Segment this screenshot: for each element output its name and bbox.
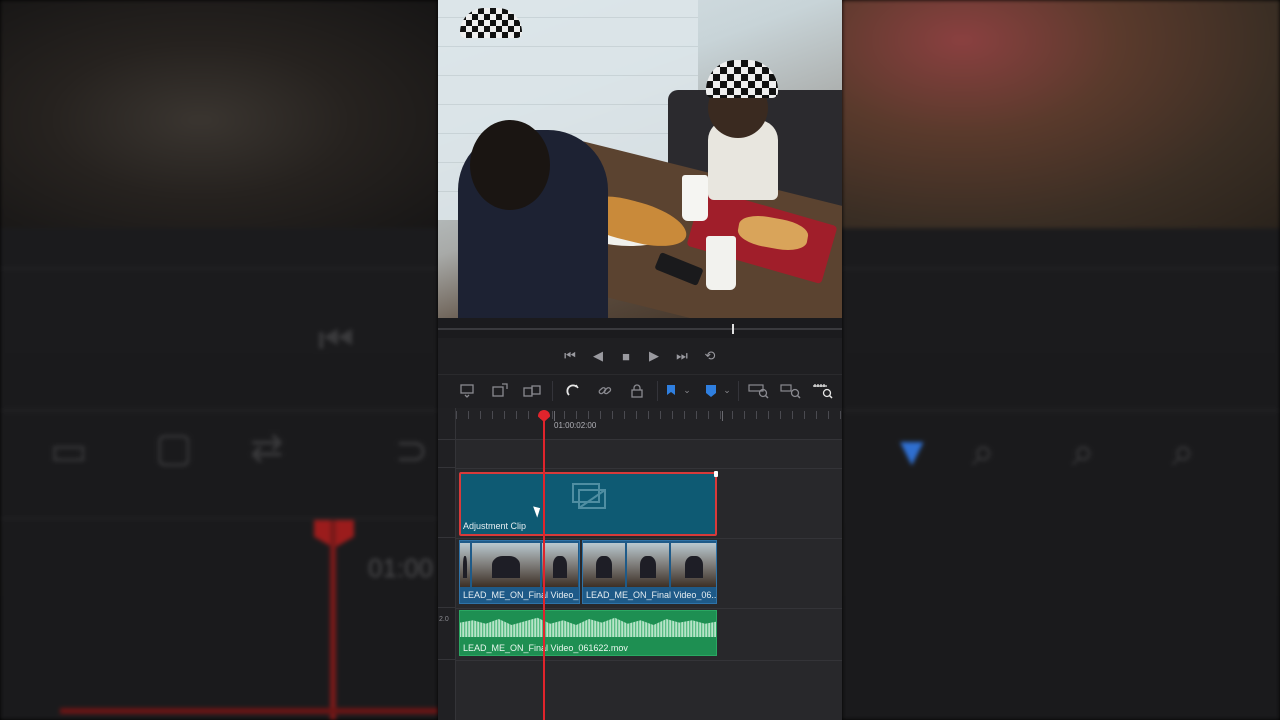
- background-left-photo: [0, 0, 438, 228]
- replace-clip-icon[interactable]: [516, 379, 548, 403]
- lane-separator: [456, 608, 842, 609]
- editor-panel: ⏮ ◀ ■ ▶ ⏭ ⟲ ⌄ ⌄ 01:00:02:00 Adjustment C…: [438, 0, 842, 720]
- background-right-photo: [842, 0, 1280, 228]
- track-header-column: [438, 408, 456, 720]
- background-right-blur: ▼ ⌕ ⌕ ⌕: [842, 0, 1280, 720]
- video-clip[interactable]: LEAD_ME_ON_Final Video_06...: [582, 540, 717, 604]
- adjustment-clip-label: Adjustment Clip: [463, 521, 527, 531]
- viewer-scene-hat: [706, 60, 778, 98]
- loop-icon[interactable]: ⟲: [702, 348, 718, 364]
- chevron-down-icon[interactable]: ⌄: [720, 379, 734, 403]
- timeline-toolbar: ⌄ ⌄: [438, 374, 842, 406]
- background-divider: [0, 268, 438, 269]
- insert-clip-icon[interactable]: [452, 379, 484, 403]
- track-header-cell: [438, 408, 456, 440]
- marker-icon[interactable]: [702, 379, 720, 403]
- background-overwrite-icon: ▢: [155, 426, 193, 470]
- viewer-scene-cup: [706, 236, 736, 290]
- background-snap-icon: ⊃: [395, 429, 429, 473]
- background-red-line: [60, 708, 438, 714]
- toolbar-separator: [738, 380, 739, 401]
- snapping-icon[interactable]: [557, 379, 589, 403]
- ruler-major-tick: [722, 411, 723, 421]
- skip-to-start-icon[interactable]: ⏮: [562, 348, 578, 364]
- background-skip-icon: ⏮: [318, 318, 354, 362]
- lane-separator: [456, 468, 842, 469]
- audio-clip-label: LEAD_ME_ON_Final Video_061622.mov: [463, 643, 628, 653]
- viewer-scene-cup: [682, 175, 708, 221]
- clip-thumbnail: [472, 543, 540, 587]
- background-replace-icon: ⇄: [250, 426, 284, 470]
- adjustment-clip-icon: [569, 482, 609, 512]
- lock-icon[interactable]: [621, 379, 653, 403]
- stop-icon[interactable]: ■: [618, 349, 634, 364]
- chevron-down-icon[interactable]: ⌄: [680, 379, 694, 403]
- track-header-cell[interactable]: [438, 538, 456, 608]
- background-zoom-icon: ⌕: [1072, 430, 1095, 474]
- clip-thumbnail: [627, 543, 669, 587]
- zoom-full-icon[interactable]: [743, 379, 775, 403]
- background-zoom-icon: ⌕: [972, 430, 995, 474]
- toolbar-separator: [552, 380, 553, 401]
- background-timecode: 01:00: [368, 553, 434, 583]
- lane-separator: [456, 660, 842, 661]
- clip-thumbnail: [542, 543, 578, 587]
- viewer-scene-hat: [460, 8, 522, 38]
- background-divider: [0, 518, 438, 519]
- track-header-cell[interactable]: [438, 468, 456, 538]
- background-divider: [842, 410, 1280, 411]
- clip-thumbnail: [583, 543, 625, 587]
- audio-level-label: 2.0: [439, 616, 449, 623]
- zoom-custom-icon[interactable]: [807, 379, 839, 403]
- toolbar-separator: [657, 380, 658, 401]
- overwrite-clip-icon[interactable]: [484, 379, 516, 403]
- video-clip-label: LEAD_ME_ON_Final Video_...: [463, 590, 580, 600]
- ruler-timecode: 01:00:02:00: [554, 421, 597, 430]
- track-header-cell: [438, 440, 456, 468]
- lane-separator: [456, 538, 842, 539]
- background-zoom-icon: ⌕: [1172, 430, 1195, 474]
- zoom-detail-icon[interactable]: [775, 379, 807, 403]
- background-playhead: [330, 520, 336, 720]
- scrubber-track[interactable]: [438, 328, 842, 330]
- playhead[interactable]: [543, 414, 545, 720]
- video-clip[interactable]: LEAD_ME_ON_Final Video_...: [459, 540, 580, 604]
- video-clip-label: LEAD_ME_ON_Final Video_06...: [586, 590, 717, 600]
- background-divider: [0, 410, 438, 411]
- video-viewer[interactable]: [438, 0, 842, 318]
- play-icon[interactable]: ▶: [646, 348, 662, 364]
- ruler-major-tick: [554, 411, 555, 421]
- timeline-ruler[interactable]: 01:00:02:00: [456, 408, 842, 440]
- background-marker-icon: ▼: [892, 430, 932, 474]
- viewer-scrubber[interactable]: [438, 318, 842, 338]
- clip-thumbnails: [460, 543, 579, 587]
- background-divider: [842, 268, 1280, 269]
- clip-thumbnails: [583, 543, 716, 587]
- clip-thumbnail: [460, 543, 470, 587]
- viewer-scene-head: [470, 120, 550, 210]
- timeline-area[interactable]: 01:00:02:00 Adjustment Clip LEAD_ME_ON_F…: [438, 408, 842, 720]
- transport-controls: ⏮ ◀ ■ ▶ ⏭ ⟲: [438, 338, 842, 374]
- skip-to-end-icon[interactable]: ⏭: [674, 348, 690, 364]
- background-insert-icon: ▭: [50, 429, 88, 473]
- scrubber-knob[interactable]: [732, 324, 734, 334]
- clip-thumbnail: [671, 543, 716, 587]
- link-icon[interactable]: [589, 379, 621, 403]
- play-reverse-icon[interactable]: ◀: [590, 348, 606, 364]
- audio-waveform: [460, 617, 716, 637]
- clip-trim-handle[interactable]: [714, 471, 718, 477]
- flag-icon[interactable]: [662, 379, 680, 403]
- background-left-blur: ⏮ ▭ ▢ ⇄ ⊃ 01:00: [0, 0, 438, 720]
- adjustment-clip[interactable]: Adjustment Clip: [459, 471, 718, 536]
- audio-clip[interactable]: LEAD_ME_ON_Final Video_061622.mov: [459, 610, 717, 656]
